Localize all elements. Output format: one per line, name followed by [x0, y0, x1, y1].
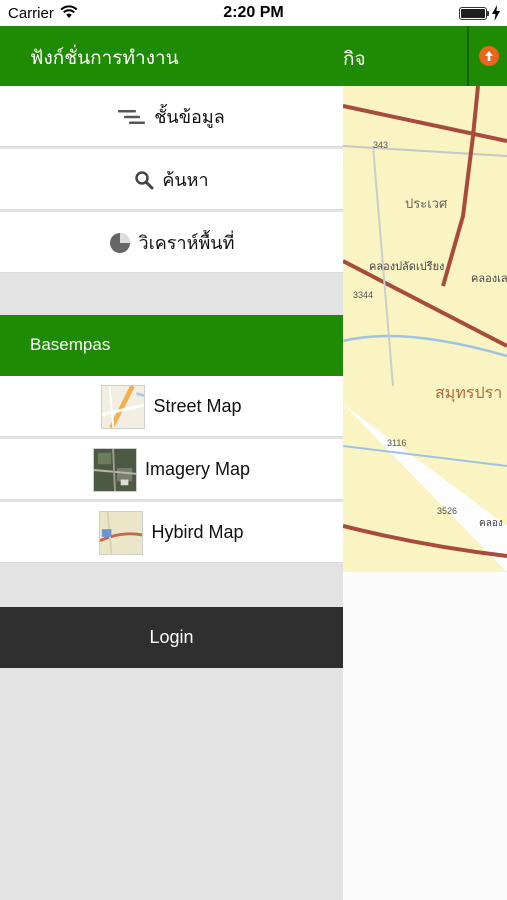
imagery-map-thumbnail — [92, 447, 137, 492]
basemaps-section-title: Basempas — [30, 335, 111, 354]
map-label: 3526 — [437, 506, 457, 516]
map-label: คลองปลัดเปรียง — [369, 260, 444, 273]
map-label: 3116 — [387, 438, 406, 448]
menu-item-layers[interactable]: ชั้นข้อมูล — [0, 86, 343, 147]
basemap-label: Street Map — [153, 396, 242, 416]
search-icon — [135, 170, 154, 189]
menu-item-label: ค้นหา — [162, 170, 209, 190]
battery-tip — [487, 11, 489, 16]
map-header-title: กิจ — [343, 49, 366, 70]
login-label: Login — [149, 627, 194, 647]
map-label: คลองเล — [471, 273, 507, 285]
map-header: กิจ — [343, 26, 507, 86]
map-tile: 343 ประเวศ คลองปลัดเปรียง คลองเล 3344 สม… — [343, 86, 507, 572]
side-drawer: ฟังก์ชั่นการทำงาน ชั้นข้อมูล ค้นหา วิเคร… — [0, 26, 343, 900]
basemap-hybrid[interactable]: Hybird Map — [0, 502, 343, 563]
drawer-title: ฟังก์ชั่นการทำงาน — [30, 48, 179, 69]
map-label: สมุทรปรา — [435, 385, 502, 403]
charging-icon — [492, 5, 500, 21]
basemap-street[interactable]: Street Map — [0, 376, 343, 437]
map-label: 343 — [373, 140, 388, 150]
basemap-imagery[interactable]: Imagery Map — [0, 439, 343, 500]
header-divider — [467, 26, 469, 86]
basemap-label: Hybird Map — [151, 522, 244, 542]
map-label: ประเวศ — [405, 196, 448, 211]
login-button[interactable]: Login — [0, 607, 343, 668]
menu-item-label: วิเคราห์พื้นที่ — [138, 233, 235, 253]
hybrid-map-thumbnail — [99, 510, 144, 555]
clock: 2:20 PM — [223, 4, 284, 21]
pie-chart-icon — [109, 232, 130, 253]
menu-item-search[interactable]: ค้นหา — [0, 149, 343, 210]
map-label: คลอง — [479, 518, 503, 529]
basemaps-section-header: Basempas — [0, 315, 343, 376]
basemap-label: Imagery Map — [144, 459, 251, 479]
battery-icon — [459, 7, 487, 20]
layers-icon — [118, 109, 146, 124]
status-bar: Carrier 2:20 PM — [0, 0, 507, 26]
menu-item-analysis[interactable]: วิเคราห์พื้นที่ — [0, 212, 343, 273]
upload-icon[interactable] — [479, 46, 499, 66]
menu-item-label: ชั้นข้อมูล — [154, 107, 225, 127]
drawer-header: ฟังก์ชั่นการทำงาน — [0, 26, 343, 86]
map-label: 3344 — [353, 290, 373, 300]
street-map-thumbnail — [101, 384, 146, 429]
map-view[interactable]: กิจ 343 ประเวศ คลองปลัดเปรียง คลองเล 334… — [343, 26, 507, 900]
